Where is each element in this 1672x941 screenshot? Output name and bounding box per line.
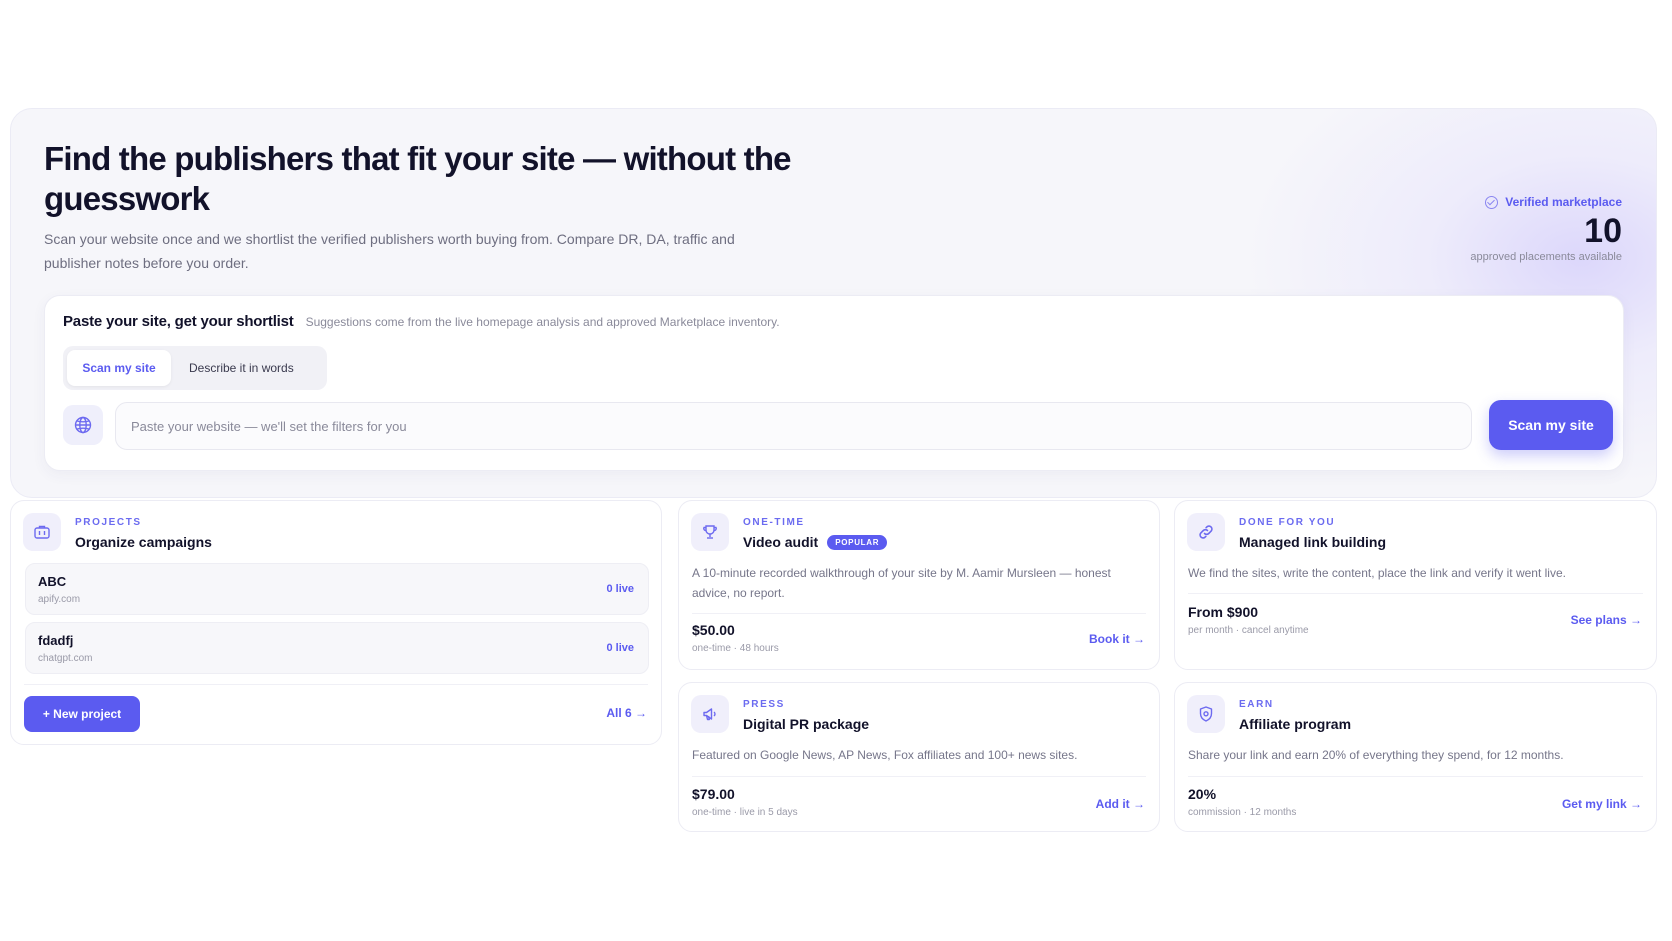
scan-my-site-button[interactable]: Scan my site xyxy=(1489,400,1613,450)
verified-label: Verified marketplace xyxy=(1505,195,1622,209)
verified-note: approved placements available xyxy=(1470,251,1622,263)
project-row[interactable]: fdadfj chatgpt.com 0 live xyxy=(25,622,649,674)
verified-marketplace-stat: Verified marketplace 10 approved placeme… xyxy=(1470,195,1622,263)
video-audit-card: ONE-TIME Video audit POPULAR A 10-minute… xyxy=(678,500,1160,670)
trophy-icon xyxy=(691,513,729,551)
affiliate-title: Affiliate program xyxy=(1239,716,1351,732)
shield-icon xyxy=(1187,695,1225,733)
video-audit-price-note: one-time · 48 hours xyxy=(692,643,779,654)
projects-eyebrow: PROJECTS xyxy=(75,517,142,528)
affiliate-eyebrow: EARN xyxy=(1239,699,1274,710)
project-domain: apify.com xyxy=(38,594,81,605)
hero-subtitle: Scan your website once and we shortlist … xyxy=(44,231,735,271)
globe-icon xyxy=(63,405,103,445)
tab-scan-my-site[interactable]: Scan my site xyxy=(67,350,171,386)
link-icon xyxy=(1187,513,1225,551)
hero-title: Find the publishers that fit your site —… xyxy=(44,140,792,217)
finder-hint: Suggestions come from the live homepage … xyxy=(305,315,780,329)
affiliate-commission-note: commission · 12 months xyxy=(1188,807,1297,818)
project-live-count: 0 live xyxy=(606,583,634,595)
project-name: ABC xyxy=(38,574,67,589)
video-audit-eyebrow: ONE-TIME xyxy=(743,517,805,528)
divider xyxy=(24,684,648,685)
see-plans-link[interactable]: See plans → xyxy=(1571,613,1642,627)
managed-link-building-card: DONE FOR YOU Managed link building We fi… xyxy=(1174,500,1657,670)
get-my-link-link[interactable]: Get my link → xyxy=(1562,797,1642,811)
video-audit-description: A 10-minute recorded walkthrough of your… xyxy=(692,566,1111,600)
projects-title-text: Organize campaigns xyxy=(75,534,212,550)
pr-price-note: one-time · live in 5 days xyxy=(692,807,798,818)
managed-price-note: per month · cancel anytime xyxy=(1188,625,1309,636)
new-project-button[interactable]: + New project xyxy=(24,696,140,732)
affiliate-title-text: Affiliate program xyxy=(1239,716,1352,732)
project-domain: chatgpt.com xyxy=(38,653,93,664)
finder-title: Paste your site, get your shortlist xyxy=(63,313,294,330)
megaphone-icon xyxy=(691,695,729,733)
affiliate-description: Share your link and earn 20% of everythi… xyxy=(1188,748,1564,762)
finder-mode-tabs: Scan my site Describe it in words xyxy=(63,346,327,390)
managed-price: From $900 xyxy=(1188,604,1259,620)
divider xyxy=(692,776,1146,777)
digital-pr-card: PRESS Digital PR package Featured on Goo… xyxy=(678,682,1160,832)
pr-eyebrow: PRESS xyxy=(743,699,785,710)
pr-description: Featured on Google News, AP News, Fox af… xyxy=(692,748,1078,762)
project-live-count: 0 live xyxy=(606,642,634,654)
add-it-link[interactable]: Add it → xyxy=(1096,797,1145,811)
managed-title-text: Managed link building xyxy=(1239,534,1386,550)
project-name: fdadfj xyxy=(38,633,74,648)
verified-tag: Verified marketplace xyxy=(1470,195,1622,209)
all-projects-link[interactable]: All 6 → xyxy=(606,706,647,720)
divider xyxy=(1188,776,1643,777)
managed-title: Managed link building xyxy=(1239,534,1386,550)
video-audit-price: $50.00 xyxy=(692,622,735,638)
verified-count: 10 xyxy=(1584,212,1622,250)
check-circle-icon xyxy=(1485,195,1499,209)
popular-badge: POPULAR xyxy=(827,534,888,550)
website-url-input[interactable] xyxy=(115,402,1472,450)
projects-card: PROJECTS Organize campaigns ABC apify.co… xyxy=(10,500,662,745)
managed-eyebrow: DONE FOR YOU xyxy=(1239,517,1336,528)
projects-title: Organize campaigns xyxy=(75,534,212,550)
hero-section: Find the publishers that fit your site —… xyxy=(10,108,1657,498)
book-it-link[interactable]: Book it → xyxy=(1089,632,1145,646)
pr-title: Digital PR package xyxy=(743,716,869,732)
pr-price: $79.00 xyxy=(692,786,735,802)
project-row[interactable]: ABC apify.com 0 live xyxy=(25,563,649,615)
shortlist-finder: Paste your site, get your shortlist Sugg… xyxy=(44,295,1624,471)
video-audit-title: Video audit POPULAR xyxy=(743,534,888,550)
divider xyxy=(1188,593,1643,594)
managed-description: We find the sites, write the content, pl… xyxy=(1188,566,1566,580)
video-audit-title-text: Video audit xyxy=(743,534,819,550)
pr-title-text: Digital PR package xyxy=(743,716,870,732)
tab-describe-in-words[interactable]: Describe it in words xyxy=(175,350,308,386)
affiliate-program-card: EARN Affiliate program Share your link a… xyxy=(1174,682,1657,832)
finder-header: Paste your site, get your shortlist Sugg… xyxy=(63,313,780,330)
briefcase-icon xyxy=(23,513,61,551)
affiliate-commission: 20% xyxy=(1188,786,1217,802)
divider xyxy=(692,613,1146,614)
